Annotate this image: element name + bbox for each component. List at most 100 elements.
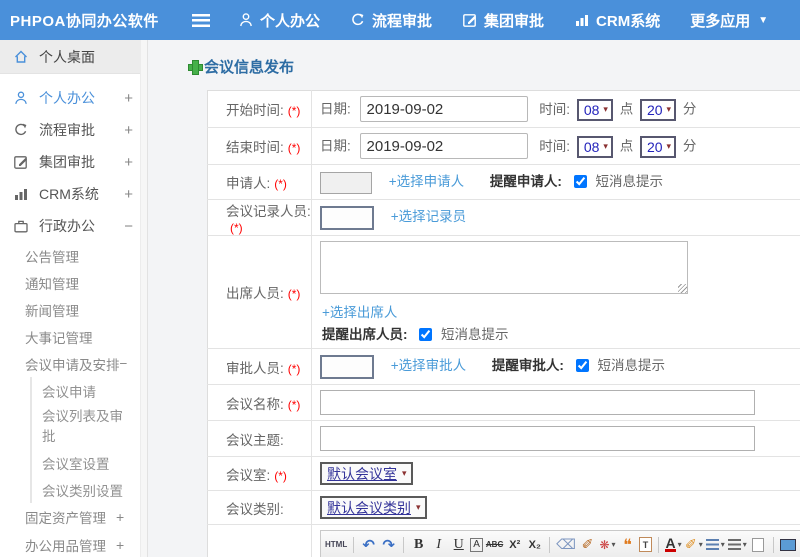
italic-button[interactable]: I — [430, 535, 447, 555]
html-source-button[interactable]: HTML — [325, 535, 347, 555]
briefcase-icon — [13, 218, 30, 234]
sidebar-item-personal-office[interactable]: 个人办公 + — [0, 82, 147, 114]
resize-handle[interactable] — [678, 284, 687, 293]
top-menu-workflow-approval[interactable]: 流程审批 — [350, 10, 432, 31]
required-mark: (*) — [287, 361, 301, 376]
caret-down-icon: ▾ — [666, 104, 672, 115]
sidebar-item-workflow-approval[interactable]: 流程审批 + — [0, 114, 147, 146]
end-minute-select[interactable]: 20 ▾ — [639, 135, 677, 158]
font-style-button[interactable]: A — [470, 537, 483, 552]
expand-plus-icon[interactable]: + — [124, 154, 133, 171]
collapse-minus-icon[interactable]: − — [124, 218, 133, 235]
editor-toolbar-row1: HTML ↶ ↷ B I U A ABC X² X₂ ⌫ ✐ ❋ ▾ ❝ T A… — [321, 531, 800, 557]
home-icon — [13, 49, 30, 65]
applicant-input[interactable] — [320, 171, 372, 194]
toolbar-separator — [403, 536, 405, 553]
undo-icon[interactable]: ↶ — [360, 535, 377, 555]
approver-sms-checkbox[interactable] — [575, 359, 589, 373]
approver-input[interactable] — [320, 354, 374, 379]
expand-plus-icon[interactable]: + — [124, 186, 133, 203]
caret-down-icon: ▾ — [720, 540, 725, 549]
caret-down-icon: ▾ — [698, 540, 703, 549]
recorder-input[interactable] — [320, 205, 374, 230]
blockquote-icon[interactable]: ❝ — [619, 535, 636, 555]
required-mark: (*) — [230, 221, 243, 235]
meeting-room-select[interactable]: 默认会议室 ▾ — [320, 462, 413, 485]
top-menu-personal-office[interactable]: 个人办公 — [238, 10, 320, 31]
top-menu-group-approval[interactable]: 集团审批 — [462, 10, 544, 31]
caret-down-icon: ▾ — [416, 502, 421, 512]
underline-button[interactable]: U — [450, 535, 467, 555]
highlight-dropdown[interactable]: ✐ ▾ — [685, 535, 703, 555]
ordered-list-dropdown[interactable]: ▾ — [705, 535, 725, 555]
select-attendees-link[interactable]: +选择出席人 — [322, 301, 800, 321]
sidebar-item-meeting-room-settings[interactable]: 会议室设置 — [42, 449, 147, 476]
strikethrough-button[interactable]: ABC — [486, 535, 503, 555]
fullscreen-icon[interactable] — [780, 535, 797, 555]
collapse-minus-icon: − — [119, 356, 128, 371]
sidebar-item-memorabilia-mgmt[interactable]: 大事记管理 — [25, 323, 147, 350]
eraser-icon[interactable]: ⌫ — [556, 535, 576, 555]
hamburger-menu-icon[interactable] — [192, 13, 210, 27]
start-hour-select[interactable]: 08 ▾ — [576, 98, 613, 121]
toolbar-separator — [772, 536, 774, 553]
end-date-input[interactable] — [359, 133, 528, 159]
main-content: 会议信息发布 开始时间:(*) 日期: 时间: 08▾ 点 20▾ 分 — [148, 40, 800, 557]
sidebar-item-meeting-request-group[interactable]: 会议申请及安排 − — [25, 350, 147, 377]
sidebar-item-group-approval[interactable]: 集团审批 + — [0, 146, 147, 178]
redo-icon[interactable]: ↷ — [380, 535, 397, 555]
sidebar-item-crm[interactable]: CRM系统 + — [0, 178, 147, 210]
row-recorder: 会议记录人员:(*) +选择记录员 — [207, 199, 800, 236]
sidebar-item-news-mgmt[interactable]: 新闻管理 — [25, 296, 147, 323]
attendees-sms-checkbox[interactable] — [419, 328, 433, 341]
applicant-sms-checkbox[interactable] — [573, 175, 587, 189]
admin-office-submenu: 公告管理 通知管理 新闻管理 大事记管理 会议申请及安排 − 会议申请 会议列表及… — [0, 242, 147, 557]
caret-down-icon: ▾ — [742, 540, 747, 549]
sidebar-item-meeting-list-approval[interactable]: 会议列表及审批 — [42, 404, 134, 449]
expand-plus-icon[interactable]: + — [124, 90, 133, 107]
attendees-textarea[interactable] — [320, 241, 688, 294]
required-mark: (*) — [274, 468, 287, 483]
meeting-name-input[interactable] — [320, 390, 755, 415]
sidebar-item-desktop[interactable]: 个人桌面 — [0, 40, 147, 74]
sidebar-item-announcement-mgmt[interactable]: 公告管理 — [25, 242, 147, 269]
select-approver-link[interactable]: +选择审批人 — [391, 358, 466, 373]
select-applicant-link[interactable]: +选择申请人 — [389, 174, 464, 189]
select-recorder-link[interactable]: +选择记录员 — [391, 209, 466, 224]
expand-plus-icon[interactable]: + — [124, 122, 133, 139]
row-meeting-subject: 会议主题: — [207, 420, 800, 457]
meeting-category-select[interactable]: 默认会议类别 ▾ — [320, 496, 427, 519]
subscript-button[interactable]: X₂ — [526, 535, 543, 555]
sidebar-item-admin-office[interactable]: 行政办公 − — [0, 210, 147, 242]
highlight-pen-icon: ✐ — [685, 536, 697, 552]
start-date-input[interactable] — [359, 96, 528, 122]
end-hour-select[interactable]: 08 ▾ — [576, 135, 613, 158]
format-painter-icon[interactable]: ✐ — [579, 535, 596, 555]
bold-button[interactable]: B — [410, 535, 427, 555]
superscript-button[interactable]: X² — [506, 535, 523, 555]
sidebar-item-meeting-request[interactable]: 会议申请 — [42, 377, 147, 404]
sidebar-item-notice-mgmt[interactable]: 通知管理 — [25, 269, 147, 296]
new-page-icon[interactable] — [750, 535, 767, 555]
meeting-subject-input[interactable] — [320, 426, 755, 451]
top-menu: 个人办公 流程审批 集团审批 CRM系统 更多应用 ▼ — [238, 10, 768, 31]
flow-icon — [350, 12, 366, 28]
sidebar-scrollbar[interactable] — [140, 40, 147, 557]
sidebar: 个人桌面 个人办公 + 流程审批 + 集团审批 + CRM系统 + 行政办公 −… — [0, 40, 148, 557]
row-meeting-room: 会议室: (*) 默认会议室 ▾ — [207, 456, 800, 491]
top-menu-crm[interactable]: CRM系统 — [574, 10, 660, 31]
unordered-list-dropdown[interactable]: ▾ — [727, 535, 747, 555]
row-meeting-category: 会议类别: 默认会议类别 ▾ — [207, 490, 800, 525]
sidebar-item-meeting-category-settings[interactable]: 会议类别设置 — [42, 476, 147, 503]
top-menu-more-apps[interactable]: 更多应用 ▼ — [690, 10, 768, 31]
required-mark: (*) — [287, 141, 301, 155]
auto-typeset-dropdown[interactable]: ❋ ▾ — [599, 535, 616, 555]
paste-text-icon[interactable]: T — [639, 537, 653, 552]
start-minute-select[interactable]: 20 ▾ — [639, 98, 677, 121]
sidebar-item-fixed-assets-mgmt[interactable]: 固定资产管理 + — [25, 503, 147, 531]
meeting-submenu: 会议申请 会议列表及审批 会议室设置 会议类别设置 — [30, 377, 147, 504]
font-color-dropdown[interactable]: A ▾ — [665, 535, 682, 555]
chart-icon — [574, 12, 590, 28]
meeting-form: 开始时间:(*) 日期: 时间: 08▾ 点 20▾ 分 结束时间:(*) — [207, 90, 800, 557]
sidebar-item-office-supplies-mgmt[interactable]: 办公用品管理 + — [25, 531, 147, 557]
